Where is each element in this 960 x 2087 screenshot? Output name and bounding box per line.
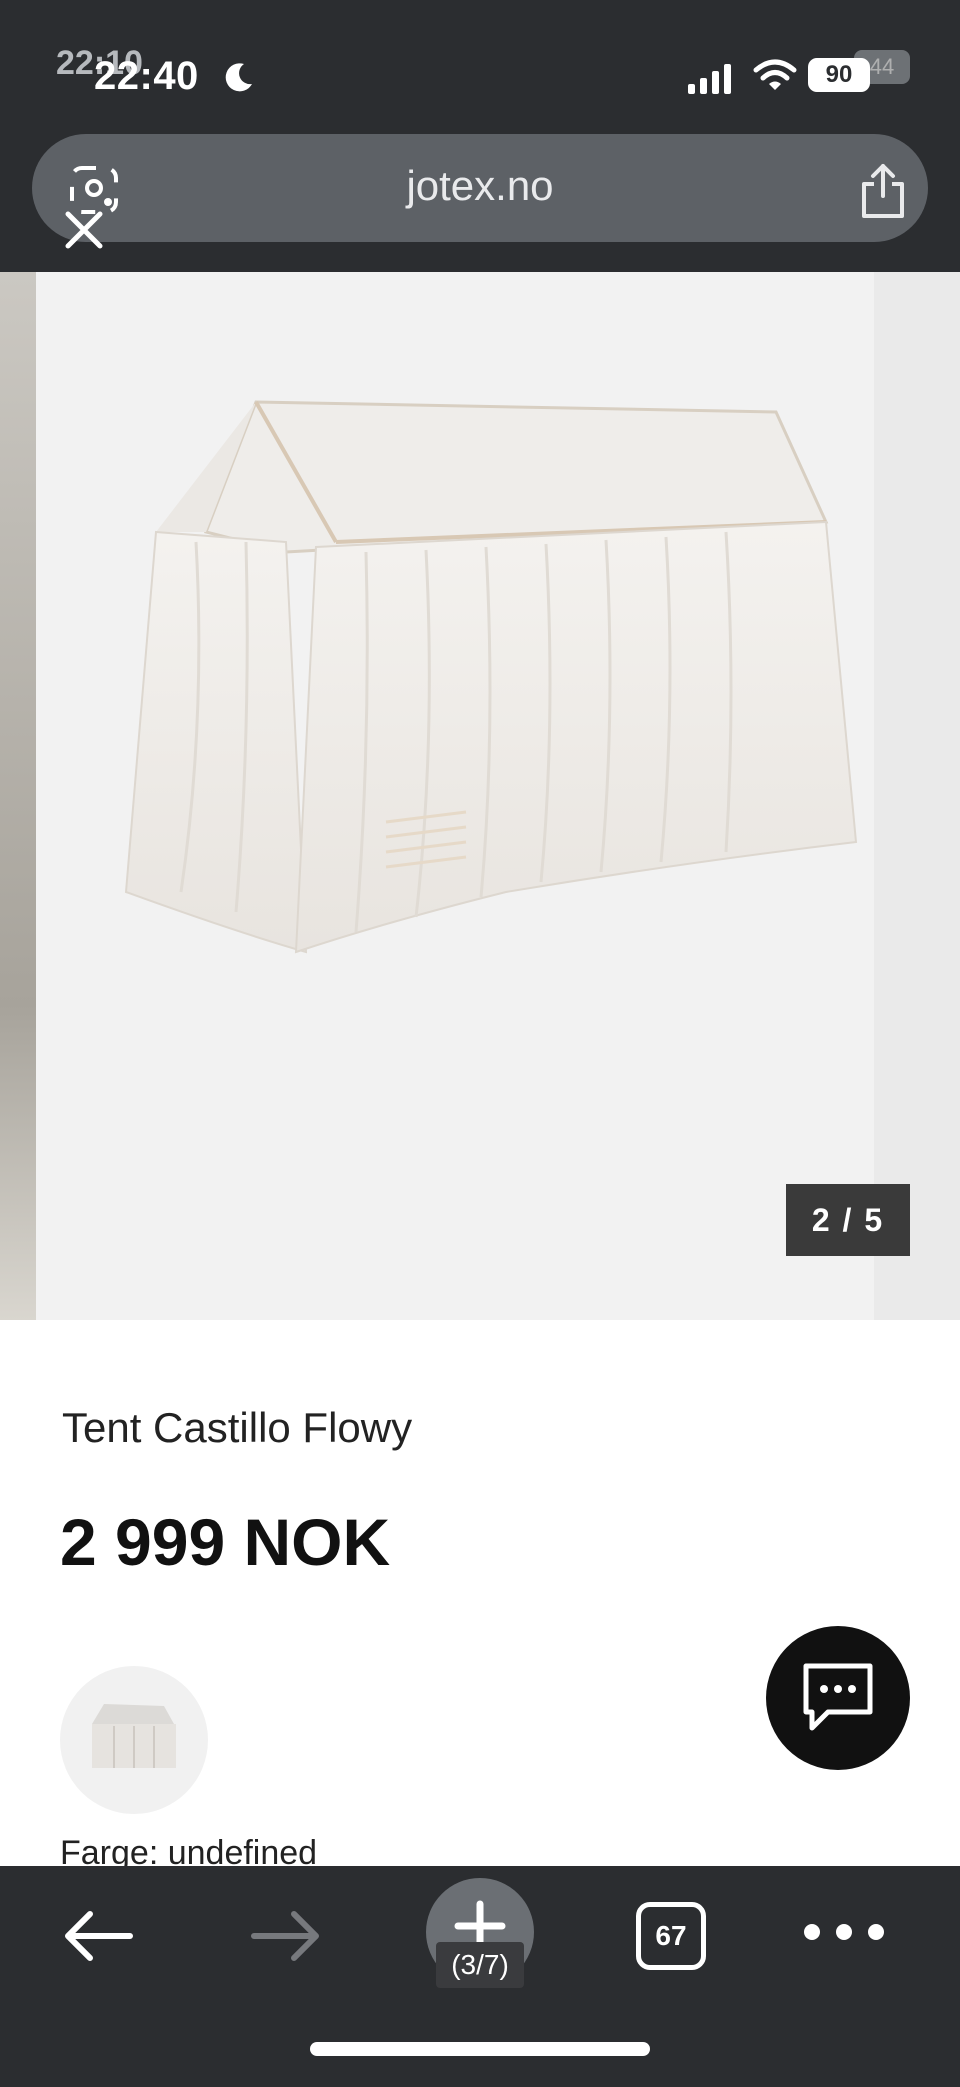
close-icon[interactable] xyxy=(62,208,106,252)
forward-icon[interactable] xyxy=(250,1906,324,1966)
product-title: Tent Castillo Flowy xyxy=(62,1404,413,1451)
browser-toolbar: (3/7) 67 xyxy=(0,1866,960,2087)
chat-icon xyxy=(803,1663,873,1731)
tent-illustration xyxy=(124,400,858,954)
wifi-icon xyxy=(753,59,797,90)
image-counter: 2 / 5 xyxy=(786,1184,910,1256)
product-image-gallery[interactable]: 2 / 5 xyxy=(0,272,960,1320)
address-bar[interactable]: jotex.no xyxy=(32,134,928,242)
status-time: 22:40 xyxy=(94,54,199,98)
more-icon[interactable] xyxy=(800,1920,888,1944)
swatch-thumbnail xyxy=(92,1704,176,1768)
chat-button[interactable] xyxy=(766,1626,910,1770)
url-text[interactable]: jotex.no xyxy=(32,162,928,210)
tabs-icon[interactable]: 67 xyxy=(636,1902,706,1970)
signal-icon xyxy=(688,62,731,94)
product-price: 2 999 NOK xyxy=(60,1505,391,1579)
battery-indicator: 90 xyxy=(808,58,870,92)
color-swatch[interactable] xyxy=(60,1666,208,1814)
moon-icon xyxy=(225,63,252,92)
back-icon[interactable] xyxy=(60,1906,134,1966)
browser-address-area: jotex.no xyxy=(0,130,960,272)
share-icon[interactable] xyxy=(858,162,908,220)
product-image[interactable] xyxy=(36,272,874,1320)
status-bar: 22:10 22:40 44 90 xyxy=(0,0,960,130)
home-indicator xyxy=(310,2042,650,2056)
product-info: Tent Castillo Flowy 2 999 NOK Farge: und… xyxy=(0,1320,960,1872)
page-indicator: (3/7) xyxy=(436,1942,524,1988)
next-image-peek[interactable] xyxy=(874,272,960,1320)
previous-image-peek[interactable] xyxy=(0,272,36,1320)
